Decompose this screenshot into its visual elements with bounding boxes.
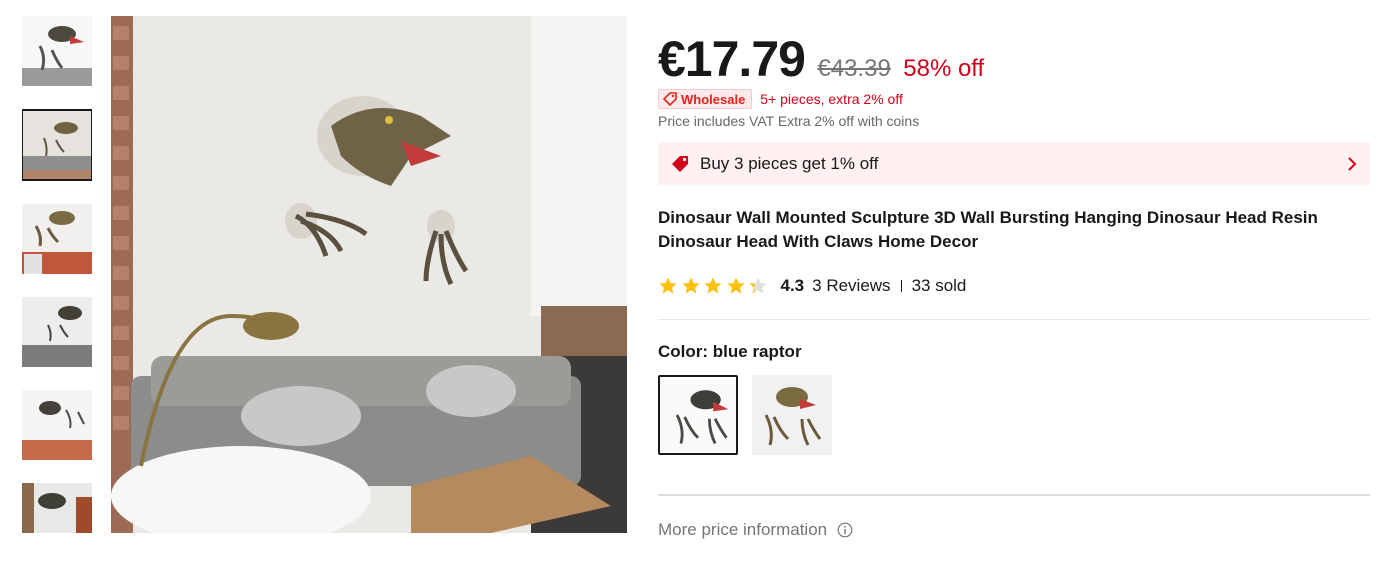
sold-count: 33 sold xyxy=(911,276,967,295)
current-price: €17.79 xyxy=(658,31,806,87)
thumbnail-1[interactable] xyxy=(22,16,92,86)
divider xyxy=(658,494,1370,496)
info-icon[interactable] xyxy=(837,522,853,538)
promo-label: Buy 3 pieces get 1% off xyxy=(700,153,879,173)
thumbnail-list xyxy=(22,16,92,533)
thumbnail-6[interactable] xyxy=(22,483,92,533)
star-icon xyxy=(749,277,767,294)
star-rating xyxy=(658,276,771,296)
discount-label: 58% off xyxy=(903,55,985,82)
rating-value: 4.3 xyxy=(780,276,805,295)
reviews-link[interactable]: 3 Reviews xyxy=(812,276,890,296)
thumbnail-4[interactable] xyxy=(22,297,92,367)
vat-note: Price includes VAT Extra 2% off with coi… xyxy=(658,113,920,129)
coupon-tag-icon xyxy=(672,155,688,172)
wholesale-badge: Wholesale xyxy=(658,89,753,109)
wholesale-text: 5+ pieces, extra 2% off xyxy=(760,91,903,107)
color-swatch-brown-raptor[interactable] xyxy=(752,375,832,455)
more-price-info-label: More price information xyxy=(658,520,828,539)
thumbnail-2[interactable] xyxy=(22,109,92,181)
star-icon xyxy=(681,277,700,294)
star-icon xyxy=(704,277,722,294)
thumbnail-5[interactable] xyxy=(22,390,92,460)
wholesale-row: Wholesale 5+ pieces, extra 2% off xyxy=(658,89,903,109)
separator xyxy=(900,280,902,292)
main-product-image[interactable] xyxy=(111,16,627,533)
rating-row: 4.3 3 Reviews 33 sold xyxy=(658,274,966,298)
original-price: €43.39 xyxy=(817,55,891,82)
chevron-right-icon xyxy=(1348,156,1357,171)
price-tag-icon xyxy=(663,92,677,106)
color-swatch-blue-raptor[interactable] xyxy=(658,375,738,455)
star-icon xyxy=(659,277,677,294)
promo-bar[interactable]: Buy 3 pieces get 1% off xyxy=(658,142,1370,185)
divider xyxy=(658,319,1370,320)
product-title: Dinosaur Wall Mounted Sculpture 3D Wall … xyxy=(658,208,1318,251)
thumbnail-3[interactable] xyxy=(22,204,92,274)
price-row: €17.79 €43.39 58% off xyxy=(658,30,984,88)
star-icon xyxy=(726,277,745,294)
more-price-info[interactable]: More price information xyxy=(658,518,853,542)
color-label: Color: blue raptor xyxy=(658,342,802,361)
wholesale-badge-label: Wholesale xyxy=(681,91,746,107)
